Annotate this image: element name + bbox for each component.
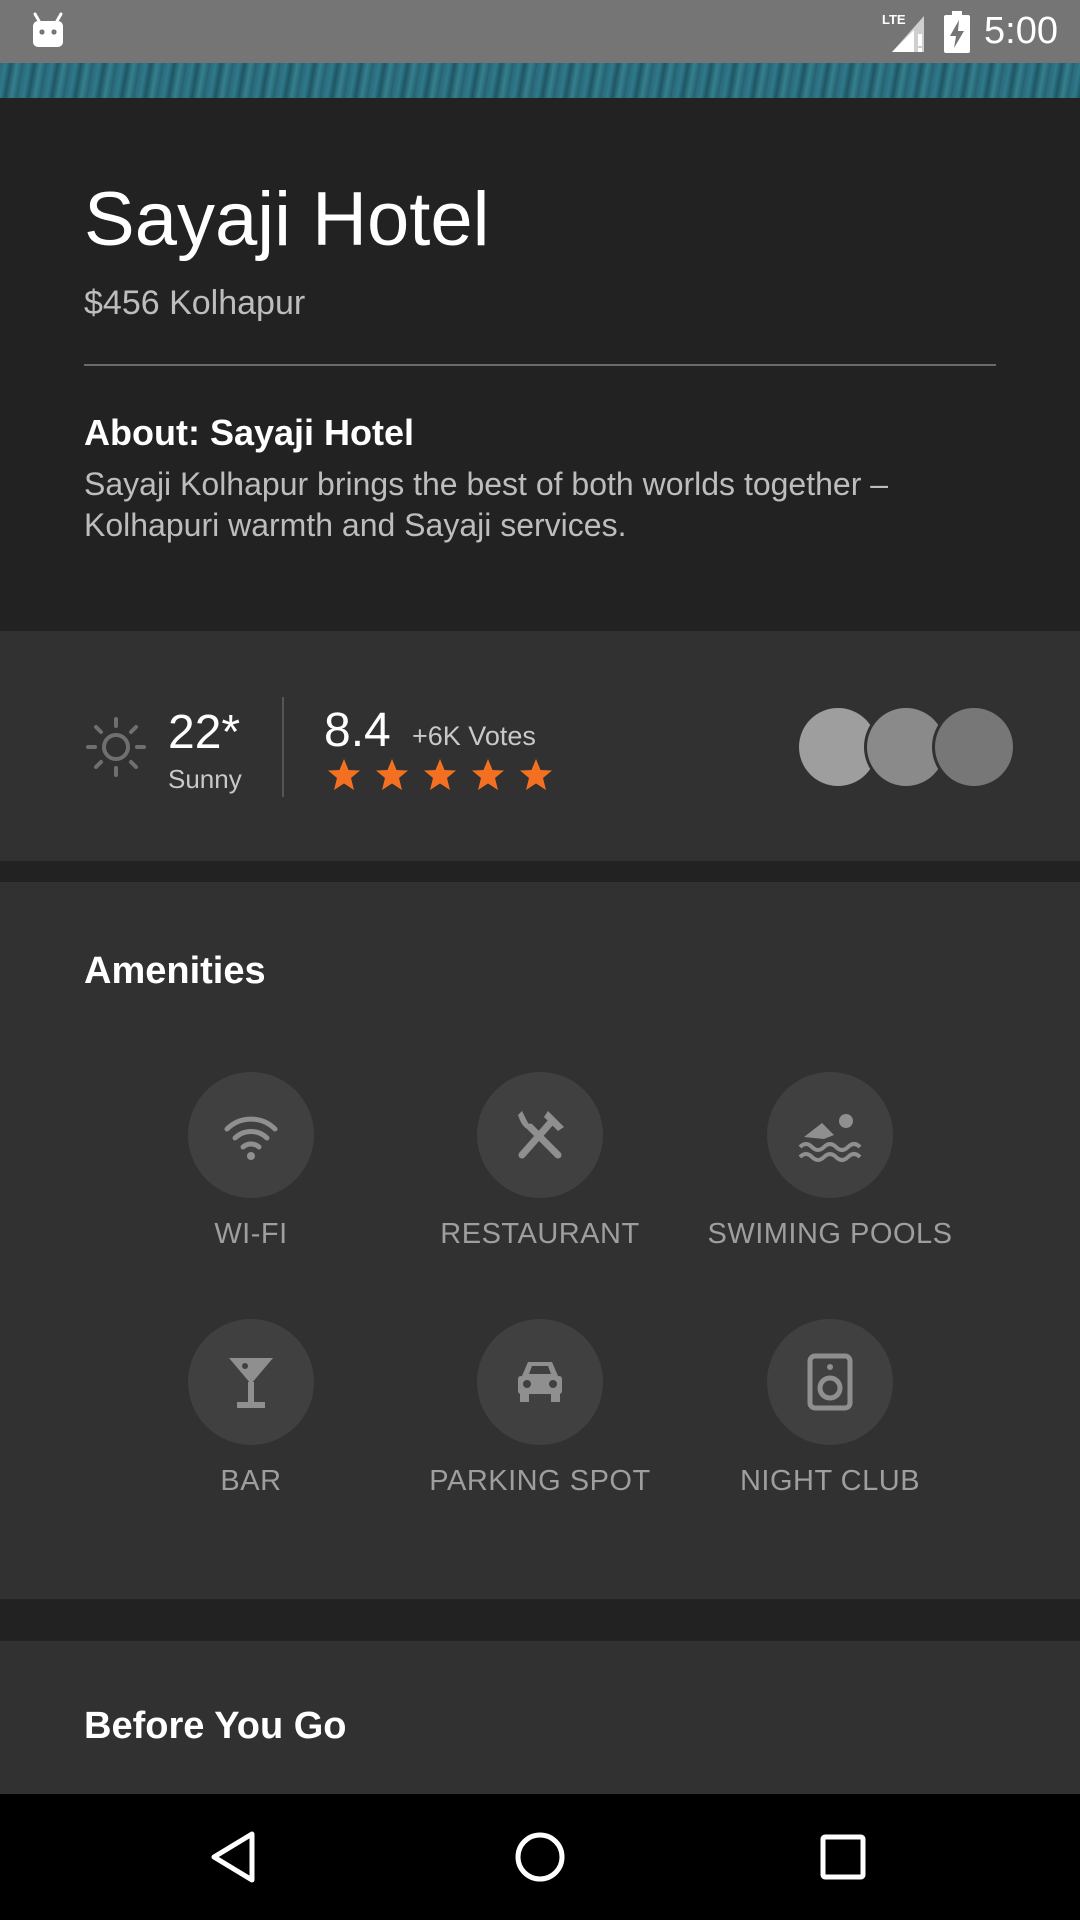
amenity-label: PARKING SPOT [429, 1465, 651, 1497]
hotel-name: Sayaji Hotel [84, 177, 490, 262]
amenity-label: RESTAURANT [440, 1218, 640, 1250]
star-rating [326, 757, 554, 793]
amenities-section: Amenities WI-FI RESTAURANT SWIMING POOLS… [0, 882, 1080, 1599]
clock: 5:00 [984, 10, 1058, 52]
star-icon [376, 759, 408, 790]
hero-image [0, 63, 1080, 98]
amenity-wifi[interactable]: WI-FI [106, 1072, 396, 1251]
divider [84, 364, 996, 366]
amenity-label: NIGHT CLUB [739, 1465, 921, 1497]
star-icon [520, 759, 552, 790]
navigation-bar [0, 1794, 1080, 1920]
amenity-circle [767, 1319, 893, 1445]
about-text: Sayaji Kolhapur brings the best of both … [84, 466, 889, 543]
recents-icon[interactable] [810, 1824, 876, 1890]
before-you-go-section: Before You Go [0, 1641, 1080, 1794]
battery-charging-icon [944, 10, 971, 53]
signal-icon: LTE [882, 12, 925, 52]
amenity-circle [767, 1072, 893, 1198]
cocktail-icon [229, 1358, 273, 1408]
network-label: LTE [882, 12, 906, 27]
amenity-circle [477, 1072, 603, 1198]
car-icon [518, 1362, 562, 1402]
back-icon[interactable] [202, 1824, 268, 1890]
info-bar: 22* Sunny 8.4 +6K Votes [0, 631, 1080, 861]
status-bar: LTE 5:00 [0, 0, 1080, 63]
amenity-swimming-pools[interactable]: SWIMING POOLS [685, 1072, 975, 1251]
about-title: About: Sayaji Hotel [84, 412, 415, 453]
before-you-go-title: Before You Go [84, 1705, 347, 1747]
star-icon [472, 759, 504, 790]
amenity-label: SWIMING POOLS [707, 1218, 953, 1250]
rating-score: 8.4 [324, 704, 391, 757]
amenity-circle [477, 1319, 603, 1445]
home-icon[interactable] [507, 1824, 573, 1890]
amenity-circle [188, 1072, 314, 1198]
avatar-group[interactable] [796, 705, 1016, 789]
speaker-icon [807, 1353, 853, 1411]
hotel-price-location: $456 Kolhapur [84, 284, 306, 322]
vertical-divider [282, 697, 284, 797]
android-icon [33, 12, 63, 47]
weather-label: Sunny [168, 764, 242, 794]
amenity-restaurant[interactable]: RESTAURANT [395, 1072, 685, 1251]
hotel-header: Sayaji Hotel $456 Kolhapur About: Sayaji… [0, 98, 1080, 631]
votes-count: +6K Votes [412, 721, 536, 751]
star-icon [328, 759, 360, 790]
amenity-label: BAR [220, 1465, 282, 1497]
amenity-bar[interactable]: BAR [106, 1319, 396, 1498]
amenities-title: Amenities [84, 950, 266, 992]
temperature: 22* [168, 706, 241, 759]
sun-icon [86, 717, 146, 777]
restaurant-icon [518, 1111, 564, 1159]
star-icon [424, 759, 456, 790]
wifi-icon [224, 1116, 278, 1160]
amenity-night-club[interactable]: NIGHT CLUB [685, 1319, 975, 1498]
amenity-parking-spot[interactable]: PARKING SPOT [395, 1319, 685, 1498]
swimming-icon [798, 1114, 862, 1162]
amenity-label: WI-FI [214, 1218, 288, 1250]
avatar [932, 705, 1016, 789]
amenity-circle [188, 1319, 314, 1445]
